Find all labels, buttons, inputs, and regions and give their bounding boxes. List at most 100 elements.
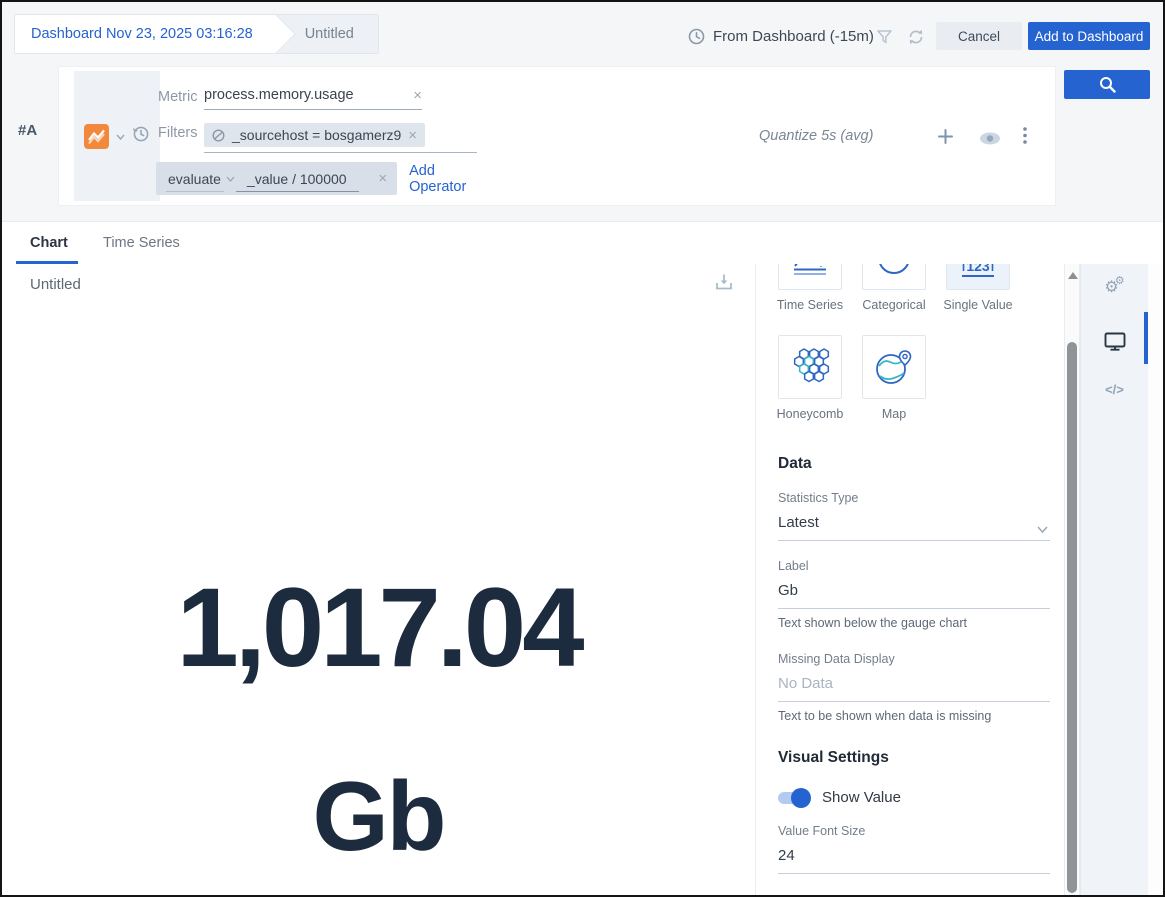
main-area: Chart Time Series Untitled 1,017.04 Gb (2, 222, 1163, 895)
operator-row: evaluate _value / 100000 × Add Operator (156, 162, 488, 195)
query-tab-group: Dashboard Nov 23, 2025 03:16:28 Untitled (14, 14, 379, 54)
label-field-label: Label (778, 559, 1050, 573)
filter-chip-label: _sourcehost = bosgamerz9 (232, 127, 401, 143)
label-input[interactable]: Gb (778, 582, 1050, 609)
add-query-icon[interactable] (937, 128, 954, 150)
right-margin (1148, 264, 1163, 895)
metric-input[interactable]: process.memory.usage × (204, 87, 422, 110)
filters-input[interactable]: _sourcehost = bosgamerz9 × (204, 123, 477, 153)
filters-row: Filters _sourcehost = bosgamerz9 × (158, 123, 477, 153)
content-row: Untitled 1,017.04 Gb (2, 264, 1163, 895)
missing-data-input[interactable]: No Data (778, 675, 1050, 702)
operator-expression-input[interactable]: _value / 100000 (247, 171, 347, 187)
chart-type-label: Time Series (777, 298, 843, 312)
chart-type-categorical[interactable]: Categorical (862, 264, 926, 312)
settings-gears-icon[interactable]: ⚙⚙ (1081, 280, 1148, 296)
missing-data-group: Missing Data Display No Data Text to be … (778, 652, 1050, 723)
chart-type-row-2: Honeycomb (778, 335, 1050, 421)
metrics-query-icon[interactable] (84, 124, 109, 149)
display-settings-icon[interactable] (1081, 332, 1148, 351)
statistics-type-label: Statistics Type (778, 491, 1050, 505)
download-icon[interactable] (713, 272, 735, 297)
more-options-kebab-icon[interactable] (1023, 127, 1027, 149)
quantize-label: Quantize 5s (avg) (759, 128, 873, 144)
single-value-unit-label: Gb (2, 767, 755, 865)
metric-value: process.memory.usage (204, 87, 354, 103)
query-type-block (74, 71, 160, 201)
visual-settings-heading: Visual Settings (778, 749, 1050, 767)
scrollbar-up-arrow[interactable] (1068, 272, 1078, 279)
right-rail: ⚙⚙ </> (1080, 264, 1148, 895)
settings-scrollbar[interactable] (1064, 264, 1080, 895)
decimals-label: Decimals (778, 894, 1050, 895)
metric-clear-icon[interactable]: × (413, 88, 422, 103)
cancel-button[interactable]: Cancel (936, 22, 1022, 50)
operator-name[interactable]: evaluate (168, 171, 235, 187)
single-value-display: 1,017.04 (2, 572, 755, 684)
filters-label: Filters (158, 123, 204, 141)
search-icon (1099, 76, 1116, 93)
app-window: Dashboard Nov 23, 2025 03:16:28 Untitled… (0, 0, 1165, 897)
decimals-group: Decimals (778, 894, 1050, 895)
chart-type-row-1: Time Series Categorical (778, 264, 1050, 312)
tab-dashboard-query-label: Dashboard Nov 23, 2025 03:16:28 (31, 26, 253, 42)
time-series-chart-icon (778, 264, 842, 290)
add-operator-link[interactable]: Add Operator (409, 163, 488, 195)
operator-name-label: evaluate (168, 171, 221, 187)
operator-expression-underline (236, 191, 359, 192)
chevron-down-icon (1037, 520, 1048, 537)
tab-time-series[interactable]: Time Series (103, 235, 180, 251)
tab-untitled-label: Untitled (305, 26, 354, 42)
filter-icon[interactable] (876, 29, 893, 50)
chart-type-time-series[interactable]: Time Series (778, 264, 842, 312)
operator-chip[interactable]: evaluate _value / 100000 × (156, 162, 397, 195)
label-help-text: Text shown below the gauge chart (778, 616, 1050, 630)
operator-name-underline (166, 191, 224, 192)
refresh-icon[interactable] (907, 28, 925, 51)
add-to-dashboard-button[interactable]: Add to Dashboard (1028, 22, 1150, 50)
toggle-knob (791, 788, 811, 808)
tab-dashboard-query[interactable]: Dashboard Nov 23, 2025 03:16:28 (15, 15, 277, 53)
statistics-type-group: Statistics Type Latest (778, 491, 1050, 541)
visibility-eye-icon[interactable] (979, 132, 1001, 150)
history-clock-icon[interactable] (132, 125, 150, 148)
query-row-label: #A (18, 122, 37, 139)
tab-chart[interactable]: Chart (30, 235, 68, 251)
code-view-icon[interactable]: </> (1081, 382, 1148, 397)
honeycomb-chart-icon (778, 335, 842, 399)
single-value-chart-icon: 123 (946, 264, 1010, 290)
metric-label: Metric (158, 87, 204, 105)
exclude-icon (212, 129, 225, 142)
chart-type-single-value[interactable]: 123 Single Value (946, 264, 1010, 312)
metric-row: Metric process.memory.usage × (158, 87, 422, 110)
chart-type-label: Map (882, 407, 906, 421)
label-group: Label Gb Text shown below the gauge char… (778, 559, 1050, 630)
chart-type-label: Single Value (943, 298, 1012, 312)
active-rail-indicator (1144, 312, 1148, 364)
categorical-chart-icon (862, 264, 926, 290)
chart-type-label: Categorical (862, 298, 925, 312)
scrollbar-thumb[interactable] (1067, 342, 1077, 893)
operator-remove-icon[interactable]: × (378, 171, 387, 186)
statistics-type-value: Latest (778, 514, 819, 531)
settings-scroll-content: Time Series Categorical (778, 264, 1050, 895)
svg-text:123: 123 (966, 264, 990, 274)
filter-chip[interactable]: _sourcehost = bosgamerz9 × (204, 123, 425, 147)
statistics-type-select[interactable]: Latest (778, 514, 1050, 541)
filter-remove-icon[interactable]: × (408, 128, 417, 143)
query-panel: Metric process.memory.usage × Filters _s… (58, 66, 1056, 206)
missing-data-help-text: Text to be shown when data is missing (778, 709, 1050, 723)
time-range-label[interactable]: From Dashboard (-15m) (713, 28, 874, 45)
chart-title: Untitled (30, 276, 81, 293)
chart-type-honeycomb[interactable]: Honeycomb (778, 335, 842, 421)
show-value-label: Show Value (822, 789, 901, 806)
search-button[interactable] (1064, 70, 1150, 99)
missing-data-label: Missing Data Display (778, 652, 1050, 666)
chart-panel: Untitled 1,017.04 Gb (2, 264, 756, 895)
value-font-size-input[interactable]: 24 (778, 847, 1050, 874)
show-value-toggle[interactable] (778, 792, 808, 804)
chart-type-map[interactable]: Map (862, 335, 926, 421)
value-font-size-group: Value Font Size 24 (778, 824, 1050, 874)
settings-panel: Time Series Categorical (756, 264, 1064, 895)
chevron-down-icon[interactable] (116, 127, 125, 145)
